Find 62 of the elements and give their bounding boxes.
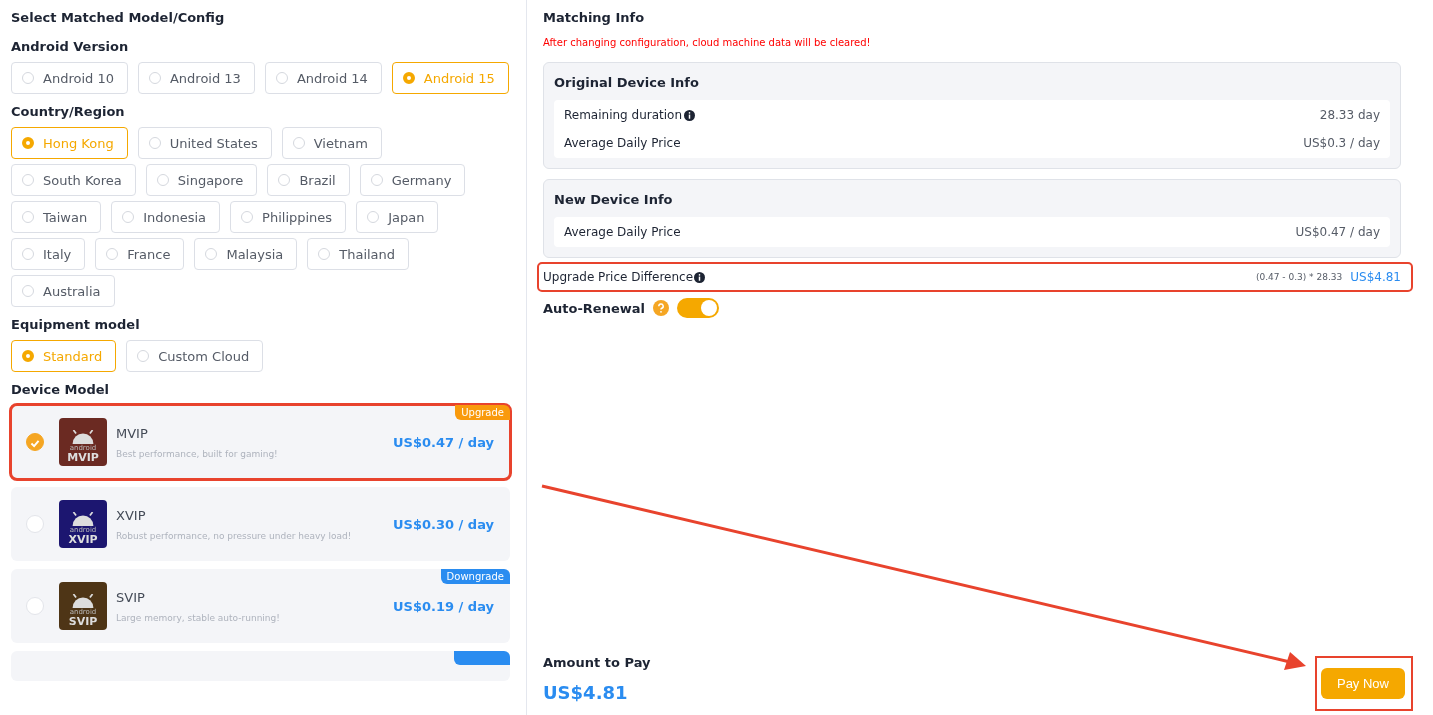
info-icon[interactable] [684, 109, 696, 121]
radio-option[interactable]: Android 14 [264, 62, 382, 94]
model-price: US$0.30 / day [393, 516, 494, 532]
model-price: US$0.19 / day [393, 598, 494, 614]
icon-caption: SVIP [68, 616, 98, 627]
warning-text: After changing configuration, cloud machine data will be cleared! [543, 37, 872, 48]
model-description: Best performance, built for gaming! [116, 448, 279, 459]
group-label: Equipment model [11, 317, 141, 332]
radio-option[interactable]: Germany [359, 164, 466, 196]
radio-option[interactable]: Malaysia [194, 238, 298, 270]
radio-option[interactable]: Thailand [307, 238, 410, 270]
section-title: Select Matched Model/Config [11, 10, 226, 25]
radio-option[interactable]: Android 13 [137, 62, 255, 94]
price-formula: (0.47 - 0.3) * 28.33 [1255, 272, 1343, 282]
auto-renewal-label: Auto-Renewal [543, 300, 645, 316]
info-label: Average Daily Price [564, 136, 681, 150]
radio-option[interactable]: France [95, 238, 185, 270]
icon-caption: MVIP [67, 452, 99, 463]
model-price: US$0.47 / day [393, 434, 494, 450]
model-name: XVIP [116, 507, 147, 523]
radio-option[interactable]: Brazil [267, 164, 350, 196]
info-label: Average Daily Price [564, 225, 681, 239]
price-difference-value: US$4.81 [1350, 270, 1401, 284]
status-badge: Upgrade [455, 405, 510, 420]
radio-option[interactable]: Japan [356, 201, 439, 233]
radio-option[interactable]: South Korea [11, 164, 136, 196]
auto-renewal-toggle[interactable] [677, 298, 719, 318]
info-value: US$0.3 / day [1303, 136, 1380, 150]
panel-title: New Device Info [554, 192, 674, 207]
radio-icon[interactable] [26, 433, 44, 451]
radio-option[interactable]: Philippines [230, 201, 347, 233]
android-robot-icon [70, 512, 96, 526]
help-icon[interactable] [653, 300, 669, 316]
icon-caption: XVIP [68, 534, 98, 545]
radio-option[interactable]: Taiwan [11, 201, 102, 233]
group-label: Country/Region [11, 104, 126, 119]
radio-option[interactable]: Australia [11, 275, 115, 307]
radio-option[interactable]: United States [137, 127, 272, 159]
model-description: Large memory, stable auto-running! [116, 612, 281, 623]
model-name: MVIP [116, 425, 149, 441]
info-label: Remaining duration [564, 108, 683, 122]
android-robot-icon [70, 430, 96, 444]
section-title: Matching Info [543, 10, 646, 25]
info-icon[interactable] [694, 271, 706, 283]
group-label: Device Model [11, 382, 111, 397]
amount-value: US$4.81 [543, 682, 629, 703]
radio-option[interactable]: Indonesia [111, 201, 221, 233]
model-description: Robust performance, no pressure under heavy load! [116, 530, 353, 541]
model-name: SVIP [116, 589, 146, 605]
amount-label: Amount to Pay [543, 655, 651, 670]
info-label: Upgrade Price Difference [543, 270, 694, 284]
radio-option[interactable]: Italy [11, 238, 86, 270]
info-value: 28.33 day [1319, 108, 1380, 122]
android-robot-icon [70, 594, 96, 608]
radio-option[interactable]: Vietnam [281, 127, 382, 159]
status-badge: Downgrade [440, 569, 510, 584]
panel-title: Original Device Info [554, 75, 700, 90]
radio-option[interactable]: Android 10 [11, 62, 128, 94]
radio-option[interactable]: Singapore [145, 164, 258, 196]
info-value: US$0.47 / day [1295, 225, 1380, 239]
group-label: Android Version [11, 39, 130, 54]
radio-option[interactable]: Custom Cloud [126, 340, 264, 372]
